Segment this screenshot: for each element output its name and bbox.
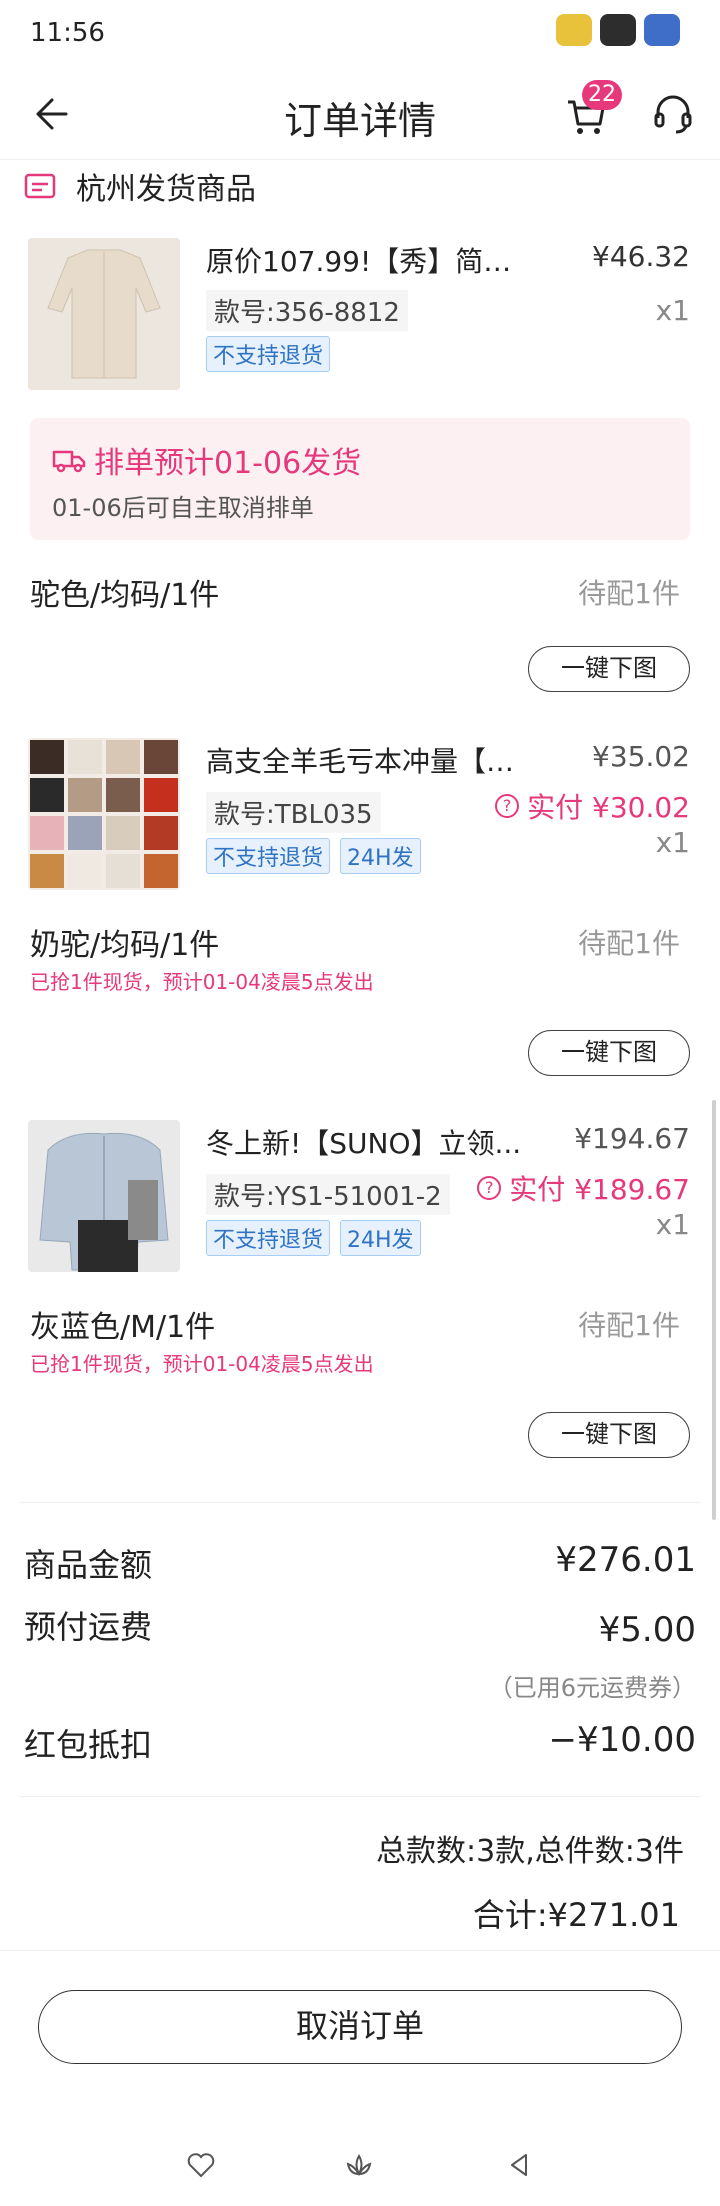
- product-title[interactable]: 高支全羊毛亏本冲量【M...: [206, 740, 536, 780]
- download-images-button[interactable]: 一键下图: [528, 646, 690, 692]
- back-triangle-icon[interactable]: [504, 2150, 534, 2180]
- status-time: 11:56: [30, 18, 105, 48]
- scrollbar[interactable]: [712, 1100, 716, 1520]
- product-variant: 驼色/均码/1件: [30, 578, 220, 613]
- red-packet-value: −¥10.00: [548, 1720, 696, 1760]
- notification-icon: [644, 14, 680, 46]
- divider: [20, 1796, 700, 1797]
- system-navigation-bar: [0, 2140, 720, 2200]
- shipping-coupon-note: （已用6元运费券）: [488, 1674, 696, 1702]
- shipping-value: ¥5.00: [598, 1610, 696, 1650]
- goods-amount-label: 商品金额: [24, 1546, 153, 1584]
- status-icons: [556, 14, 680, 46]
- tag-no-return: 不支持退货: [206, 838, 331, 874]
- pending-status: 待配1件: [578, 1309, 680, 1342]
- item-count-summary: 总款数:3款,总件数:3件: [376, 1834, 684, 1869]
- section-title: 杭州发货商品: [76, 172, 256, 207]
- heart-icon[interactable]: [186, 2150, 216, 2180]
- delivery-box-icon: [24, 173, 56, 199]
- pending-status: 待配1件: [578, 927, 680, 960]
- tag-24h: 24H发: [340, 838, 421, 874]
- grand-total: 合计:¥271.01: [472, 1896, 680, 1934]
- product-original-price: ¥35.02: [592, 740, 690, 773]
- product-title[interactable]: 原价107.99!【秀】简约...: [206, 240, 536, 280]
- product-code: 款号:TBL035: [206, 792, 381, 833]
- product-quantity: x1: [655, 1208, 690, 1241]
- product-image[interactable]: [28, 1120, 180, 1272]
- cancel-order-button[interactable]: 取消订单: [38, 1990, 682, 2064]
- customer-service-icon[interactable]: [650, 92, 696, 138]
- product-tags: 不支持退货 24H发: [206, 838, 421, 874]
- top-navbar: 订单详情 22: [0, 70, 720, 160]
- stock-note: 已抢1件现货，预计01-04凌晨5点发出: [30, 970, 374, 994]
- product-title[interactable]: 冬上新!【SUNO】立领...: [206, 1122, 536, 1162]
- schedule-notice: 排单预计01-06发货 01-06后可自主取消排单: [30, 418, 690, 540]
- product-code: 款号:356-8812: [206, 290, 408, 331]
- paid-label: 实付 ¥189.67: [509, 1173, 690, 1206]
- product-code: 款号:YS1-51001-2: [206, 1174, 450, 1215]
- product-variant: 奶驼/均码/1件: [30, 928, 220, 963]
- paid-label: 实付 ¥30.02: [527, 791, 690, 824]
- cart-badge: 22: [582, 80, 622, 110]
- product-quantity: x1: [655, 294, 690, 327]
- notification-icon: [556, 14, 592, 46]
- notification-icon: [600, 14, 636, 46]
- red-packet-label: 红包抵扣: [24, 1726, 153, 1764]
- shipping-label: 预付运费: [24, 1608, 153, 1646]
- tag-24h: 24H发: [340, 1220, 421, 1256]
- product-tags: 不支持退货 24H发: [206, 1220, 421, 1256]
- product-quantity: x1: [655, 826, 690, 859]
- download-images-button[interactable]: 一键下图: [528, 1412, 690, 1458]
- divider: [20, 1502, 700, 1503]
- help-icon[interactable]: ?: [477, 1176, 502, 1200]
- divider: [0, 1950, 720, 1951]
- download-images-button[interactable]: 一键下图: [528, 1030, 690, 1076]
- tag-no-return: 不支持退货: [206, 336, 331, 372]
- product-variant: 灰蓝色/M/1件: [30, 1310, 216, 1345]
- status-bar: 11:56: [0, 0, 720, 70]
- product-image[interactable]: [28, 238, 180, 390]
- help-icon[interactable]: ?: [495, 794, 520, 818]
- notice-title: 排单预计01-06发货: [94, 446, 362, 481]
- home-lotus-icon[interactable]: [344, 2150, 374, 2180]
- paid-amount[interactable]: ? 实付 ¥189.67: [477, 1168, 690, 1208]
- paid-amount[interactable]: ? 实付 ¥30.02: [495, 786, 690, 826]
- product-tags: 不支持退货: [206, 336, 331, 372]
- notice-subtitle: 01-06后可自主取消排单: [52, 494, 314, 522]
- tag-no-return: 不支持退货: [206, 1220, 331, 1256]
- product-image[interactable]: [28, 738, 180, 890]
- goods-amount-value: ¥276.01: [555, 1540, 696, 1580]
- pending-status: 待配1件: [578, 577, 680, 610]
- warehouse-section-header: 杭州发货商品: [24, 164, 256, 208]
- stock-note: 已抢1件现货，预计01-04凌晨5点发出: [30, 1352, 374, 1376]
- product-original-price: ¥194.67: [574, 1122, 690, 1155]
- truck-icon: [52, 450, 86, 473]
- product-price: ¥46.32: [592, 240, 690, 273]
